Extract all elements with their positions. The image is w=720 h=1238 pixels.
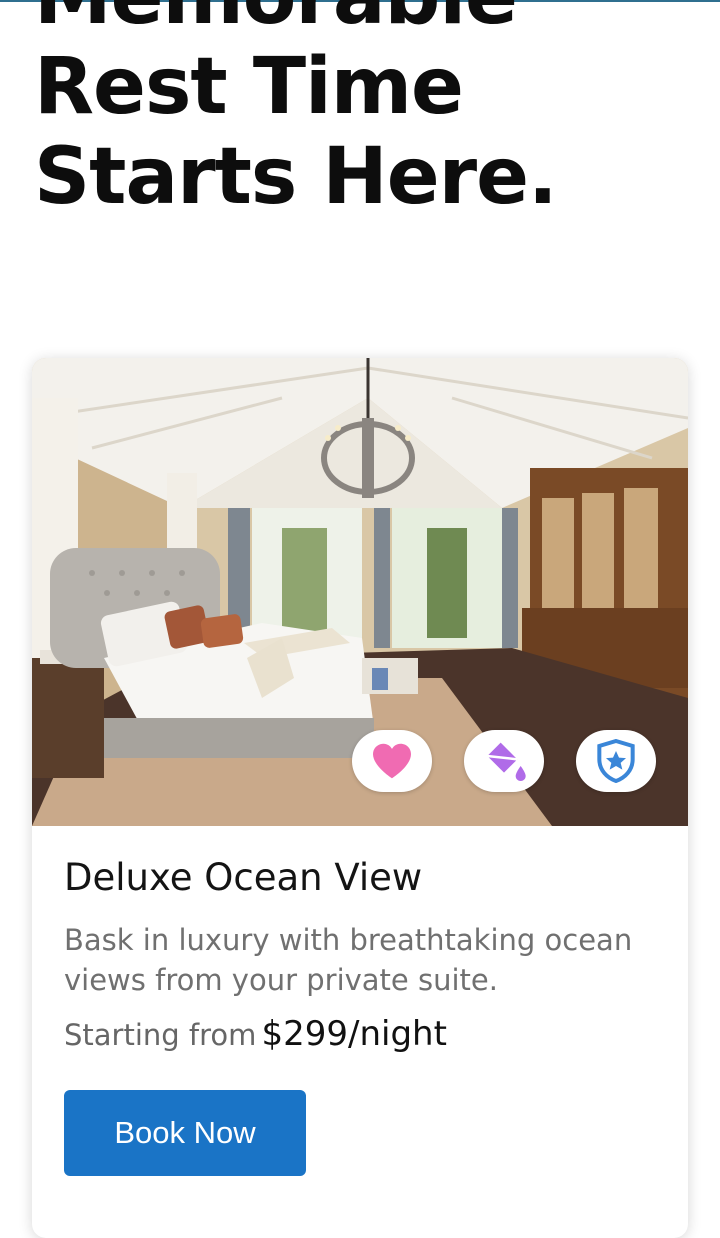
price-value: $299/night xyxy=(261,1014,447,1054)
price-label: Starting from xyxy=(64,1018,257,1052)
room-price: Starting from $299/night xyxy=(64,1014,447,1054)
heart-icon xyxy=(373,743,411,779)
feature-badge-paint[interactable] xyxy=(464,730,544,792)
feature-badge-security[interactable] xyxy=(576,730,656,792)
paint-bucket-icon xyxy=(487,742,526,781)
hero-title: Memorable Rest Time Starts Here. xyxy=(34,0,558,222)
shield-star-icon xyxy=(597,739,635,783)
book-now-button[interactable]: Book Now xyxy=(64,1090,306,1176)
room-name: Deluxe Ocean View xyxy=(64,856,423,899)
room-card: Deluxe Ocean View Bask in luxury with br… xyxy=(32,358,688,1238)
room-description: Bask in luxury with breathtaking ocean v… xyxy=(64,923,633,997)
feature-badge-favorite[interactable] xyxy=(352,730,432,792)
